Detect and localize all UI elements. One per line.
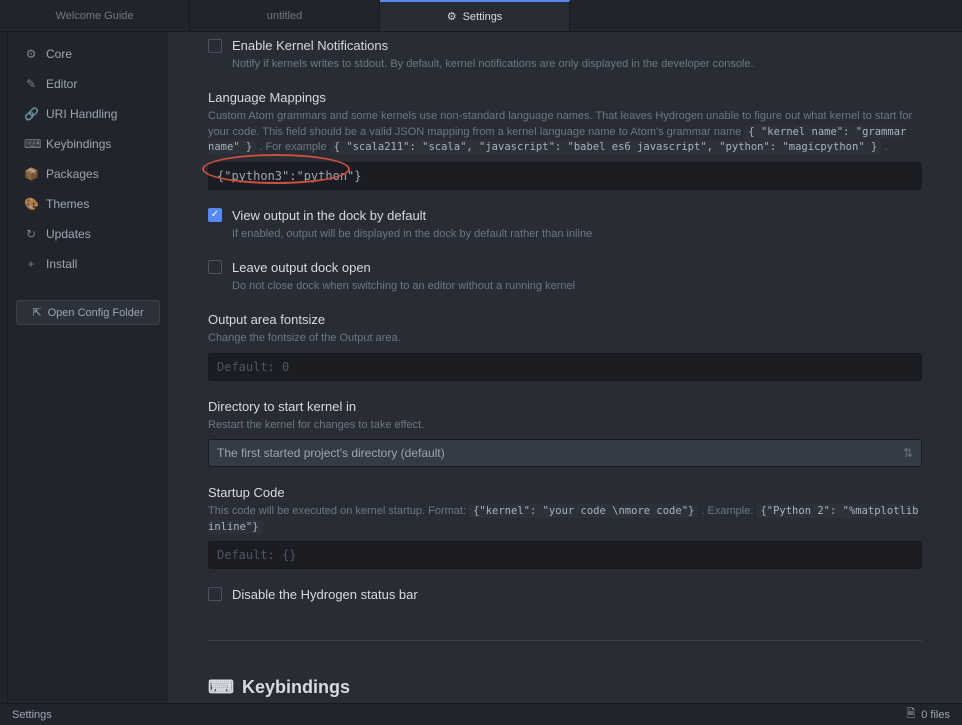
setting-label: View output in the dock by default [232, 208, 426, 223]
sidebar-item-label: Editor [46, 77, 77, 91]
sidebar-item-label: Install [46, 257, 77, 271]
setting-label: Startup Code [208, 485, 285, 500]
setting-desc: Restart the kernel for changes to take e… [208, 418, 922, 433]
sidebar-item-themes[interactable]: 🎨 Themes [16, 190, 160, 218]
setting-desc: Change the fontsize of the Output area. [208, 331, 922, 346]
select-value: The first started project's directory (d… [217, 446, 445, 460]
sidebar-item-packages[interactable]: 📦 Packages [16, 160, 160, 188]
sidebar-item-label: Updates [46, 227, 91, 241]
status-left: Settings [12, 709, 52, 721]
tab-welcome-guide[interactable]: Welcome Guide [0, 0, 190, 31]
status-bar: Settings 🗎 0 files [0, 703, 962, 725]
settings-sidebar: ⚙ Core ✎ Editor 🔗 URI Handling ⌨ Keybind… [8, 32, 168, 703]
keyboard-icon: ⌨ [208, 677, 234, 698]
setting-desc: Notify if kernels writes to stdout. By d… [232, 57, 922, 72]
start-directory-select[interactable]: The first started project's directory (d… [208, 439, 922, 467]
sidebar-item-keybindings[interactable]: ⌨ Keybindings [16, 130, 160, 158]
setting-label: Directory to start kernel in [208, 399, 356, 414]
sidebar-item-label: URI Handling [46, 107, 117, 121]
setting-desc: This code will be executed on kernel sta… [208, 504, 922, 535]
enable-kernel-notifications-checkbox[interactable] [208, 39, 222, 53]
setting-desc: Do not close dock when switching to an e… [232, 279, 922, 294]
pencil-icon: ✎ [24, 77, 38, 91]
file-icon: 🗎 [906, 705, 915, 724]
sidebar-item-label: Themes [46, 197, 89, 211]
sidebar-item-install[interactable]: + Install [16, 250, 160, 278]
plus-icon: + [24, 257, 38, 271]
setting-label: Output area fontsize [208, 312, 325, 327]
gear-icon: ⚙ [24, 47, 38, 61]
settings-icon: ⚙ [447, 10, 457, 23]
tab-settings[interactable]: ⚙ Settings [380, 0, 570, 31]
setting-label: Language Mappings [208, 90, 326, 105]
output-fontsize-input[interactable] [208, 353, 922, 381]
view-output-dock-checkbox[interactable] [208, 208, 222, 222]
external-link-icon: ⇱ [32, 306, 41, 319]
link-icon: 🔗 [24, 107, 38, 121]
setting-label: Leave output dock open [232, 260, 371, 275]
status-files: 0 files [921, 709, 950, 721]
open-config-folder-button[interactable]: ⇱ Open Config Folder [16, 300, 160, 325]
settings-panel: Enable Kernel Notifications Notify if ke… [168, 32, 962, 703]
package-icon: 📦 [24, 167, 38, 181]
setting-desc: If enabled, output will be displayed in … [232, 227, 922, 242]
language-mappings-input[interactable] [208, 162, 922, 190]
left-gutter [0, 32, 8, 703]
disable-status-bar-checkbox[interactable] [208, 587, 222, 601]
tab-untitled[interactable]: untitled [190, 0, 380, 31]
tab-bar: Welcome Guide untitled ⚙ Settings [0, 0, 962, 32]
tab-label: Settings [463, 11, 503, 23]
sidebar-item-uri[interactable]: 🔗 URI Handling [16, 100, 160, 128]
setting-label: Disable the Hydrogen status bar [232, 587, 418, 602]
palette-icon: 🎨 [24, 197, 38, 211]
refresh-icon: ↻ [24, 227, 38, 241]
keybindings-heading: ⌨ Keybindings [208, 677, 922, 698]
keyboard-icon: ⌨ [24, 137, 38, 151]
setting-desc: Custom Atom grammars and some kernels us… [208, 109, 922, 155]
button-label: Open Config Folder [48, 307, 144, 319]
sidebar-item-label: Core [46, 47, 72, 61]
sidebar-item-label: Keybindings [46, 137, 111, 151]
startup-code-input[interactable] [208, 541, 922, 569]
tab-label: Welcome Guide [55, 10, 133, 22]
sidebar-item-updates[interactable]: ↻ Updates [16, 220, 160, 248]
sidebar-item-core[interactable]: ⚙ Core [16, 40, 160, 68]
setting-label: Enable Kernel Notifications [232, 38, 388, 53]
sidebar-item-label: Packages [46, 167, 99, 181]
chevron-updown-icon: ⇅ [903, 446, 913, 460]
leave-output-dock-checkbox[interactable] [208, 260, 222, 274]
tab-label: untitled [267, 10, 302, 22]
sidebar-item-editor[interactable]: ✎ Editor [16, 70, 160, 98]
